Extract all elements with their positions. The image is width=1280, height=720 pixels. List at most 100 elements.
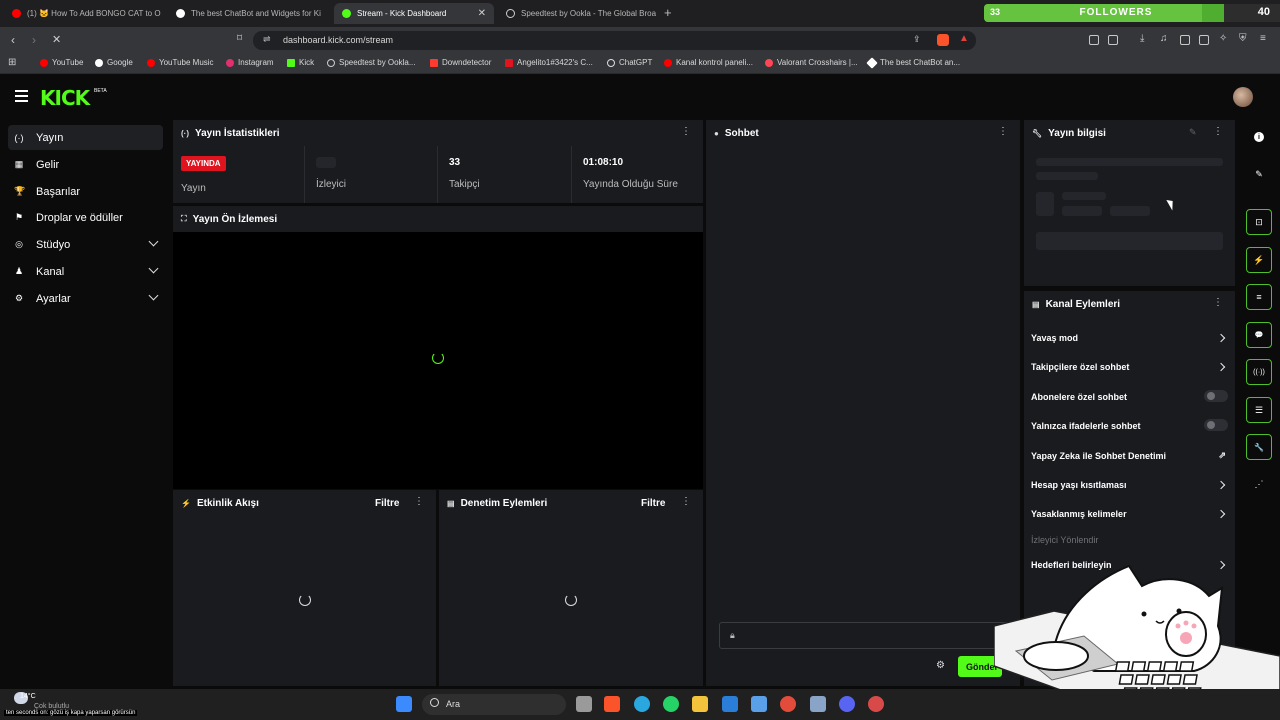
stop-loading-icon[interactable]: ✕ <box>52 33 61 46</box>
mail-icon[interactable] <box>722 696 738 712</box>
discord-icon[interactable] <box>839 696 855 712</box>
app-icon[interactable] <box>868 696 884 712</box>
leo-ai-icon[interactable]: ✧ <box>1219 33 1227 44</box>
sidebar-item-gelir[interactable]: ▦ Gelir <box>8 152 163 177</box>
file-explorer-icon[interactable] <box>692 696 708 712</box>
bookmark-icon[interactable]: ⌑ <box>237 33 242 44</box>
site-info-icon[interactable]: ⇌ <box>263 34 271 45</box>
action-banned-words[interactable]: Yasaklanmış kelimeler <box>1031 509 1228 529</box>
action-ai-moderation[interactable]: Yapay Zeka ile Sohbet Denetimi ⇗ <box>1031 450 1228 471</box>
stream-preview-panel: ⛶ Yayın Ön İzlemesi <box>173 206 703 489</box>
broadcast-icon[interactable]: ((·)) <box>1246 359 1272 385</box>
browser-tab[interactable]: (1) 🐱 How To Add BONGO CAT to O <box>4 3 164 24</box>
edge-icon[interactable] <box>634 696 650 712</box>
more-options-icon[interactable]: ⋮ <box>1213 298 1223 308</box>
more-options-icon[interactable]: ⋮ <box>998 127 1008 137</box>
whatsapp-icon[interactable] <box>663 696 679 712</box>
bookmark-item[interactable]: Valorant Crosshairs |... <box>765 58 858 67</box>
download-icon[interactable]: ⤓ <box>1140 33 1144 44</box>
bookmark-item[interactable]: The best ChatBot an... <box>866 56 960 69</box>
bookmark-item[interactable]: Angelito1#3422's C... <box>505 58 593 67</box>
bookmark-item[interactable]: Instagram <box>226 58 274 67</box>
share-icon[interactable]: ⇪ <box>913 34 921 45</box>
brave-rewards-icon[interactable]: ▲ <box>959 33 969 44</box>
filter-button[interactable]: Filtre <box>641 498 665 509</box>
lightning-icon[interactable]: ⚡ <box>1246 247 1272 273</box>
browser-tab[interactable]: The best ChatBot and Widgets for Ki <box>168 3 330 24</box>
chevron-down-icon[interactable] <box>148 290 159 301</box>
action-label: Yavaş mod <box>1031 333 1079 343</box>
gear-icon: ⚙ <box>14 293 24 303</box>
more-options-icon[interactable]: ⋮ <box>414 497 424 507</box>
list-icon[interactable]: ≡ <box>1246 284 1272 310</box>
more-options-icon[interactable]: ⋮ <box>681 497 691 507</box>
pencil-icon[interactable]: ✎ <box>1246 161 1272 187</box>
capture-icon[interactable]: ⊡ <box>1246 209 1272 235</box>
chrome-icon[interactable] <box>780 696 796 712</box>
bookmark-item[interactable]: ChatGPT <box>607 58 652 67</box>
settings-app-icon[interactable] <box>810 696 826 712</box>
action-followers-only-chat[interactable]: Takipçilere özel sohbet <box>1031 362 1228 382</box>
extension-icon[interactable] <box>1108 35 1118 45</box>
weather-temperature[interactable]: 14°C <box>20 693 36 700</box>
edit-pencil-icon[interactable]: ✎ <box>1189 127 1197 138</box>
action-subscribers-only-chat: Abonelere özel sohbet <box>1031 390 1228 412</box>
bookmark-item[interactable]: Google <box>95 58 133 67</box>
chat-icon[interactable]: 💬 <box>1246 322 1272 348</box>
close-tab-icon[interactable]: ✕ <box>478 8 486 19</box>
tab-title: (1) 🐱 How To Add BONGO CAT to O <box>27 9 161 18</box>
chevron-down-icon[interactable] <box>148 236 159 247</box>
brave-shields-icon[interactable] <box>937 34 949 46</box>
browser-tab[interactable]: Speedtest by Ookla - The Global Broa <box>498 3 656 24</box>
address-bar[interactable]: ⇌ dashboard.kick.com/stream ⇪ ▲ <box>253 31 976 50</box>
chat-settings-gear-icon[interactable]: ⚙ <box>936 660 945 671</box>
chevron-down-icon[interactable] <box>148 263 159 274</box>
bookmark-item[interactable]: Speedtest by Ookla... <box>327 58 416 67</box>
kick-logo[interactable]: KICK <box>40 86 90 110</box>
chat-message-input[interactable]: 🔒︎ <box>719 622 1009 649</box>
share-icon[interactable]: ⋰ <box>1246 471 1272 497</box>
hamburger-menu-icon[interactable] <box>15 90 28 102</box>
sidebar-toggle-icon[interactable] <box>1180 35 1190 45</box>
sidebar-item-basarilar[interactable]: 🏆 Başarılar <box>8 179 163 204</box>
browser-tab-active[interactable]: Stream - Kick Dashboard ✕ <box>334 3 494 24</box>
new-tab-plus-icon[interactable]: + <box>664 5 672 20</box>
bookmark-item[interactable]: YouTube <box>40 58 83 67</box>
music-icon[interactable]: ♫ <box>1160 33 1168 44</box>
sidebar-item-studyo[interactable]: ◎ Stüdyo <box>8 232 163 257</box>
layout-icon[interactable]: ☰ <box>1246 397 1272 423</box>
sidebar-item-droplar[interactable]: ⚑ Droplar ve ödüller <box>8 205 163 230</box>
wallet-icon[interactable] <box>1199 35 1209 45</box>
filter-button[interactable]: Filtre <box>375 498 399 509</box>
photos-icon[interactable] <box>751 696 767 712</box>
emote-only-toggle[interactable] <box>1204 419 1228 431</box>
vpn-shield-icon[interactable]: ⛨ <box>1239 33 1247 44</box>
brave-browser-icon[interactable] <box>604 696 620 712</box>
windows-start-icon[interactable] <box>396 696 412 712</box>
menu-icon[interactable]: ≡ <box>1260 33 1266 44</box>
forward-arrow-icon[interactable]: › <box>32 33 36 47</box>
subscribers-only-toggle[interactable] <box>1204 390 1228 402</box>
info-icon[interactable]: i <box>1246 124 1272 150</box>
bookmark-item[interactable]: Kanal kontrol paneli... <box>664 58 753 67</box>
avatar[interactable] <box>1233 87 1253 107</box>
followers-goal: 40 <box>1257 6 1270 18</box>
task-view-icon[interactable] <box>576 696 592 712</box>
sidebar-item-kanal[interactable]: ♟ Kanal <box>8 259 163 284</box>
sidebar-item-yayin[interactable]: (·) Yayın <box>8 125 163 150</box>
sidebar-item-ayarlar[interactable]: ⚙ Ayarlar <box>8 286 163 311</box>
bookmark-item[interactable]: Downdetector <box>430 58 491 67</box>
back-arrow-icon[interactable]: ‹ <box>11 33 15 47</box>
followers-label: FOLLOWERS <box>1079 7 1153 18</box>
more-options-icon[interactable]: ⋮ <box>681 127 691 137</box>
sidebar-item-label: Yayın <box>36 131 64 144</box>
bookmark-item[interactable]: Kick <box>287 58 314 67</box>
wrench-icon[interactable]: 🔧 <box>1246 434 1272 460</box>
bookmark-item[interactable]: YouTube Music <box>147 58 214 67</box>
more-options-icon[interactable]: ⋮ <box>1213 127 1223 137</box>
action-slow-mode[interactable]: Yavaş mod <box>1031 333 1228 353</box>
apps-grid-icon[interactable]: ⊞ <box>8 57 16 68</box>
taskbar-search[interactable]: Ara <box>422 694 566 715</box>
extension-icon[interactable] <box>1089 35 1099 45</box>
action-account-age-restriction[interactable]: Hesap yaşı kısıtlaması <box>1031 480 1228 500</box>
